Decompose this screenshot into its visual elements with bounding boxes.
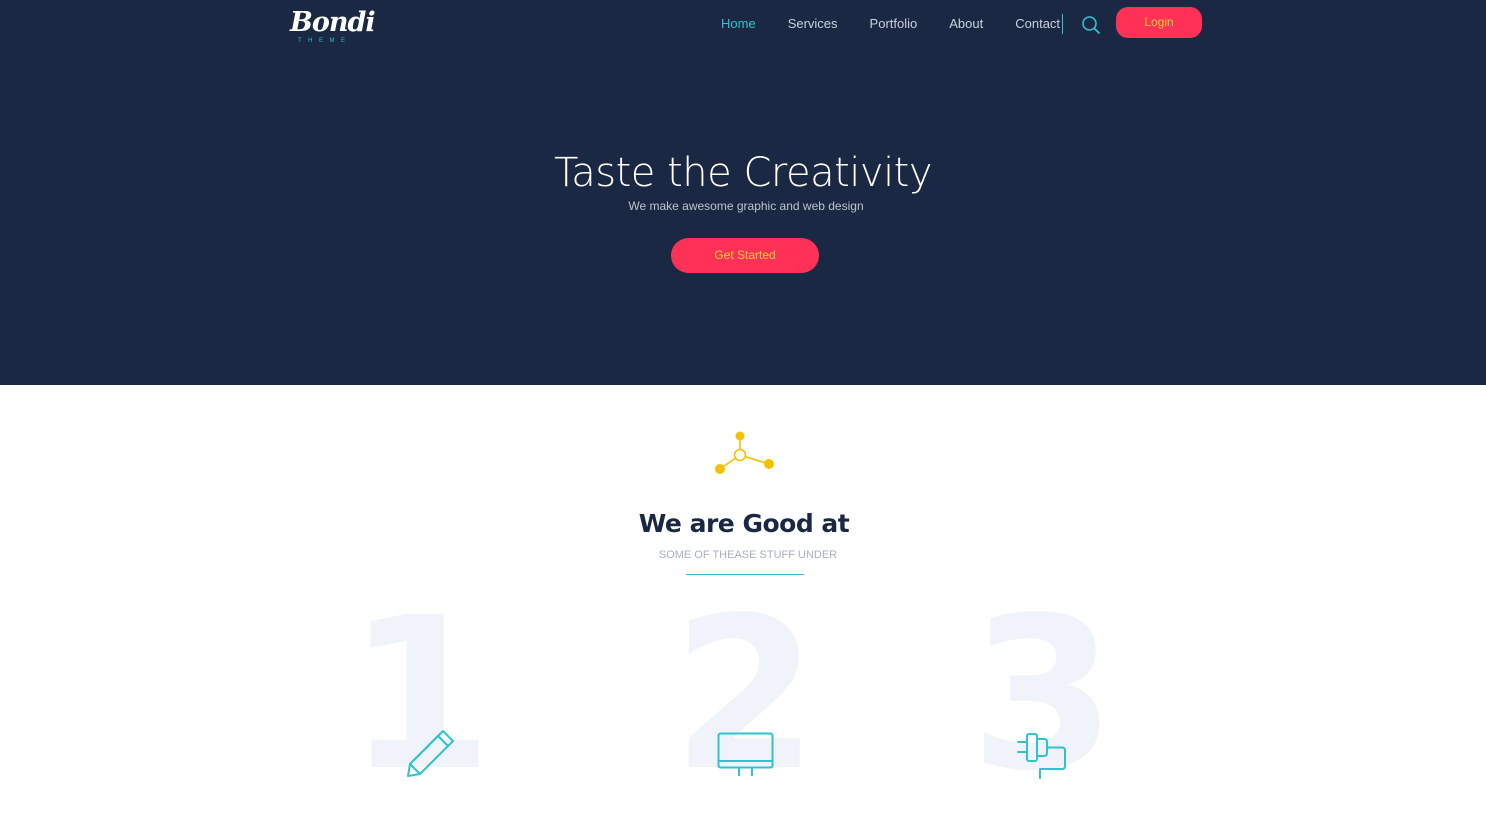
monitor-icon — [717, 732, 775, 785]
hero-section: Bondi THEME Home Services Portfolio Abou… — [0, 0, 1486, 385]
nav-divider — [1062, 14, 1063, 34]
nav-item-contact[interactable]: Contact — [999, 14, 1076, 34]
service-card-2: 2 — [670, 590, 820, 800]
pencil-icon — [405, 728, 457, 783]
nav-item-portfolio[interactable]: Portfolio — [854, 14, 934, 34]
nav-item-about[interactable]: About — [933, 14, 999, 34]
brand-name: Bondi — [290, 7, 376, 38]
plug-icon — [1016, 730, 1070, 785]
section-title: We are Good at — [638, 509, 850, 538]
service-card-3: 3 — [968, 590, 1118, 800]
hero-title: Taste the Creativity — [553, 150, 933, 196]
molecule-icon — [712, 428, 778, 478]
main-nav: Home Services Portfolio About Contact — [705, 14, 1076, 34]
get-started-button[interactable]: Get Started — [671, 238, 819, 273]
search-icon[interactable] — [1081, 15, 1101, 35]
hero-subtitle: We make awesome graphic and web design — [628, 199, 864, 213]
login-button[interactable]: Login — [1116, 7, 1202, 38]
nav-item-services[interactable]: Services — [772, 14, 854, 34]
service-card-1: 1 — [345, 590, 495, 800]
nav-item-home[interactable]: Home — [705, 14, 772, 34]
brand-sub: THEME — [298, 38, 352, 44]
brand-logo[interactable]: Bondi THEME — [290, 6, 376, 46]
section-subtitle: SOME OF THEASE STUFF UNDER — [658, 549, 838, 561]
